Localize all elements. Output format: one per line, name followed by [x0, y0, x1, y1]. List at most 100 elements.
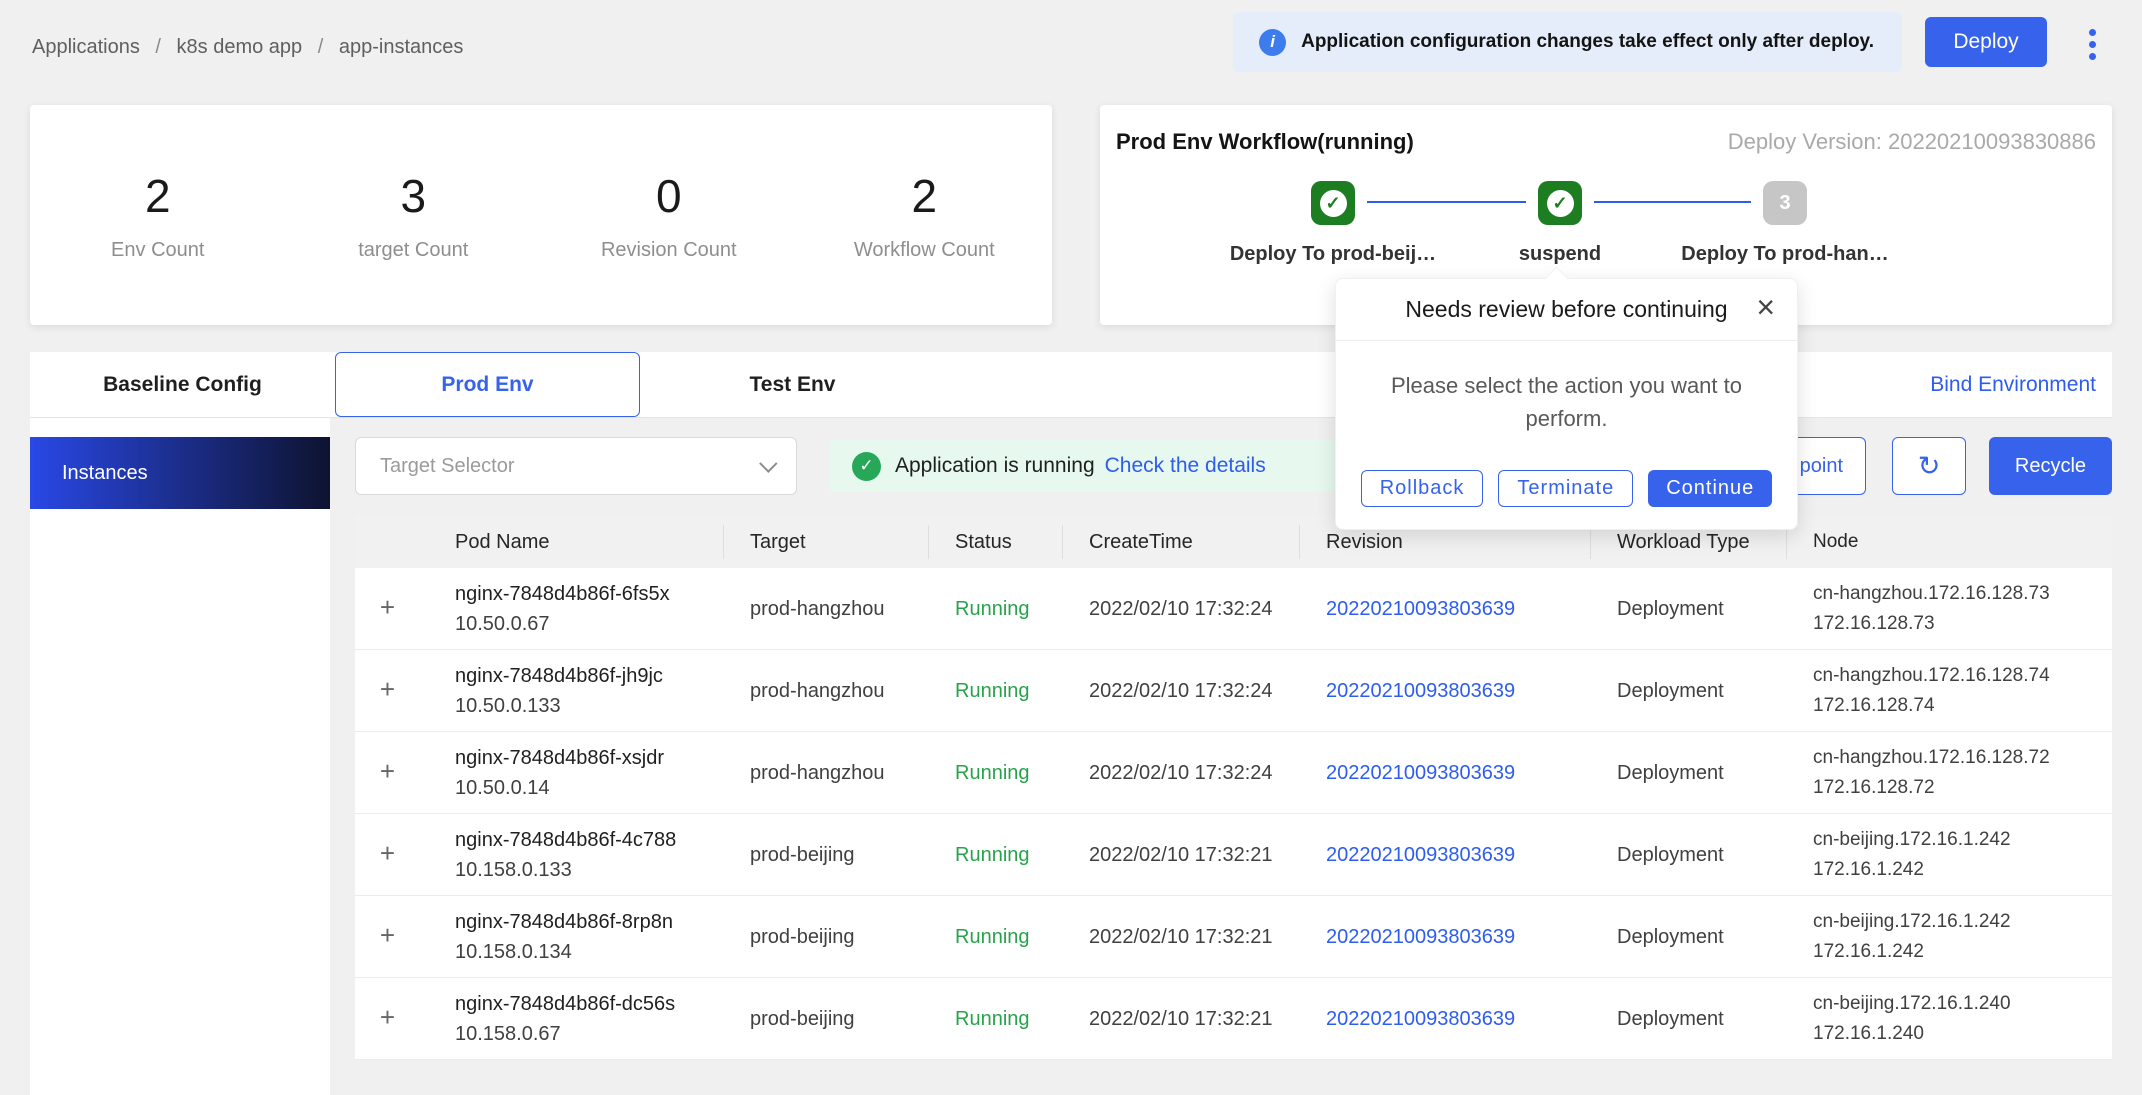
node-ip: 172.16.128.74	[1813, 691, 2112, 721]
stat-workflow-count: 2 Workflow Count	[797, 169, 1053, 262]
breadcrumb-current: app-instances	[339, 36, 464, 58]
breadcrumb-separator: /	[155, 36, 161, 58]
deploy-notice-banner: i Application configuration changes take…	[1233, 12, 1902, 72]
status-value: Running	[955, 844, 1030, 866]
table-row: + nginx-7848d4b86f-6fs5x 10.50.0.67 prod…	[355, 568, 2112, 650]
popover-title: Needs review before continuing	[1405, 296, 1727, 323]
sidebar: Instances	[30, 418, 330, 1095]
revision-link[interactable]: 20220210093803639	[1326, 926, 1515, 948]
node-ip: 172.16.1.242	[1813, 855, 2112, 885]
refresh-button[interactable]: ↻	[1892, 437, 1966, 495]
deploy-version: Deploy Version: 20220210093830886	[1728, 129, 2096, 155]
revision-link[interactable]: 20220210093803639	[1326, 680, 1515, 702]
tab-prod-env[interactable]: Prod Env	[335, 352, 640, 417]
check-icon: ✓	[1320, 190, 1347, 217]
tab-test-env[interactable]: Test Env	[640, 352, 945, 417]
node-ip: 172.16.128.73	[1813, 609, 2112, 639]
row-expand-button[interactable]: +	[373, 920, 403, 950]
revision-link[interactable]: 20220210093803639	[1326, 598, 1515, 620]
workflow-connector	[1594, 201, 1751, 203]
workflow-step3-label: Deploy To prod-han…	[1665, 243, 1905, 266]
recycle-button[interactable]: Recycle	[1989, 437, 2112, 495]
col-createtime: CreateTime	[1063, 525, 1300, 559]
revision-link[interactable]: 20220210093803639	[1326, 844, 1515, 866]
col-pod-name: Pod Name	[420, 525, 724, 559]
close-icon[interactable]: ×	[1756, 291, 1775, 323]
stat-label: Env Count	[30, 239, 286, 262]
bind-environment-link[interactable]: Bind Environment	[1930, 352, 2096, 417]
node-ip: 172.16.1.242	[1813, 937, 2112, 967]
target-cell: prod-beijing	[724, 922, 929, 952]
target-cell: prod-hangzhou	[724, 594, 929, 624]
status-value: Running	[955, 926, 1030, 948]
continue-button[interactable]: Continue	[1648, 470, 1772, 507]
stat-label: Workflow Count	[797, 239, 1053, 262]
row-expand-button[interactable]: +	[373, 1002, 403, 1032]
popover-message: Please select the action you want to per…	[1336, 341, 1797, 435]
revision-link[interactable]: 20220210093803639	[1326, 1008, 1515, 1030]
sidebar-item-instances[interactable]: Instances	[30, 437, 330, 509]
node-name: cn-hangzhou.172.16.128.72	[1813, 743, 2112, 773]
revision-link[interactable]: 20220210093803639	[1326, 762, 1515, 784]
pod-ip: 10.158.0.134	[455, 937, 724, 967]
create-time-cell: 2022/02/10 17:32:24	[1063, 758, 1300, 788]
breadcrumb-separator: /	[318, 36, 324, 58]
breadcrumb-applications[interactable]: Applications	[32, 36, 140, 58]
pod-ip: 10.50.0.67	[455, 609, 724, 639]
node-name: cn-hangzhou.172.16.128.74	[1813, 661, 2112, 691]
pod-ip: 10.50.0.133	[455, 691, 724, 721]
stat-value: 0	[541, 169, 797, 223]
stat-value: 2	[797, 169, 1053, 223]
target-selector-dropdown[interactable]: Target Selector	[355, 437, 797, 495]
node-name: cn-hangzhou.172.16.128.73	[1813, 579, 2112, 609]
more-actions-menu-icon[interactable]	[2082, 22, 2102, 66]
workload-type-cell: Deployment	[1591, 922, 1787, 952]
create-time-cell: 2022/02/10 17:32:21	[1063, 1004, 1300, 1034]
pod-ip: 10.158.0.133	[455, 855, 724, 885]
node-ip: 172.16.1.240	[1813, 1019, 2112, 1049]
table-row: + nginx-7848d4b86f-dc56s 10.158.0.67 pro…	[355, 978, 2112, 1060]
row-expand-button[interactable]: +	[373, 674, 403, 704]
pod-name: nginx-7848d4b86f-jh9jc	[455, 661, 724, 691]
target-cell: prod-beijing	[724, 1004, 929, 1034]
workflow-step3-pending-icon[interactable]: 3	[1763, 181, 1807, 225]
table-row: + nginx-7848d4b86f-xsjdr 10.50.0.14 prod…	[355, 732, 2112, 814]
target-cell: prod-hangzhou	[724, 676, 929, 706]
stat-value: 2	[30, 169, 286, 223]
application-status-text: Application is running	[895, 454, 1095, 478]
table-row: + nginx-7848d4b86f-4c788 10.158.0.133 pr…	[355, 814, 2112, 896]
success-check-icon: ✓	[852, 452, 881, 481]
table-row: + nginx-7848d4b86f-jh9jc 10.50.0.133 pro…	[355, 650, 2112, 732]
status-value: Running	[955, 762, 1030, 784]
stat-label: target Count	[286, 239, 542, 262]
row-expand-button[interactable]: +	[373, 592, 403, 622]
tab-baseline-config[interactable]: Baseline Config	[30, 352, 335, 417]
rollback-button[interactable]: Rollback	[1361, 470, 1484, 507]
breadcrumb: Applications / k8s demo app / app-instan…	[32, 36, 473, 59]
breadcrumb-app-name[interactable]: k8s demo app	[177, 36, 303, 58]
check-details-link[interactable]: Check the details	[1105, 454, 1266, 478]
step-number: 3	[1779, 192, 1790, 215]
workflow-step1-success-icon[interactable]: ✓	[1311, 181, 1355, 225]
row-expand-button[interactable]: +	[373, 756, 403, 786]
pod-instances-table: Pod Name Target Status CreateTime Revisi…	[355, 515, 2112, 1060]
workload-type-cell: Deployment	[1591, 594, 1787, 624]
deploy-button[interactable]: Deploy	[1925, 17, 2047, 67]
col-target: Target	[724, 525, 929, 559]
pod-name: nginx-7848d4b86f-dc56s	[455, 989, 724, 1019]
workload-type-cell: Deployment	[1591, 676, 1787, 706]
stat-label: Revision Count	[541, 239, 797, 262]
workload-type-cell: Deployment	[1591, 840, 1787, 870]
popover-header: Needs review before continuing ×	[1336, 279, 1797, 341]
environment-tabs: Baseline Config Prod Env Test Env Bind E…	[30, 352, 2112, 418]
workflow-step2-success-icon[interactable]: ✓	[1538, 181, 1582, 225]
info-icon: i	[1259, 29, 1286, 56]
stats-card: 2 Env Count 3 target Count 0 Revision Co…	[30, 105, 1052, 325]
stat-env-count: 2 Env Count	[30, 169, 286, 262]
workload-type-cell: Deployment	[1591, 758, 1787, 788]
terminate-button[interactable]: Terminate	[1498, 470, 1633, 507]
pod-ip: 10.50.0.14	[455, 773, 724, 803]
node-name: cn-beijing.172.16.1.240	[1813, 989, 2112, 1019]
row-expand-button[interactable]: +	[373, 838, 403, 868]
chevron-down-icon	[759, 454, 777, 472]
